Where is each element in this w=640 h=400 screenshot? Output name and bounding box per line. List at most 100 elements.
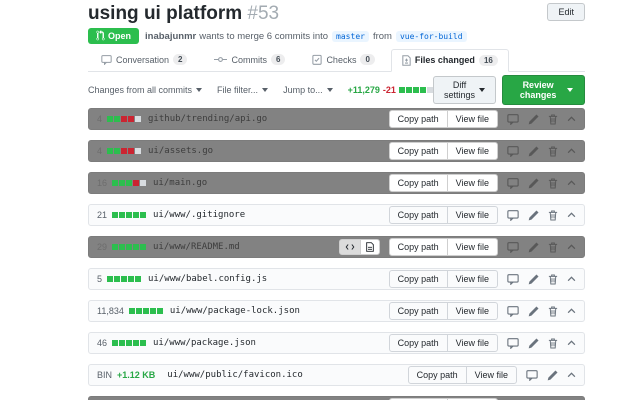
git-commit-icon: [214, 55, 228, 64]
tab-files-changed[interactable]: Files changed 16: [390, 49, 509, 72]
file-path[interactable]: ui/www/package.json: [153, 338, 256, 348]
file-path[interactable]: ui/www/.gitignore: [153, 210, 245, 220]
added-block: [133, 244, 140, 250]
copy-path-button[interactable]: Copy path: [388, 142, 448, 160]
deleted-block: [133, 180, 140, 186]
delete-file-icon[interactable]: [548, 210, 558, 221]
comment-icon[interactable]: [526, 369, 538, 381]
file-header-row: 29 ui/www/README.md Copy path View file: [88, 236, 585, 258]
collapse-file-icon[interactable]: [567, 211, 576, 219]
comment-icon[interactable]: [507, 337, 519, 349]
comment-icon: [101, 54, 112, 65]
added-block: [398, 87, 405, 93]
delete-file-icon[interactable]: [548, 114, 558, 125]
copy-path-button[interactable]: Copy path: [388, 334, 448, 352]
view-file-button[interactable]: View file: [446, 110, 498, 128]
chevron-down-icon: [479, 88, 486, 92]
copy-path-button[interactable]: Copy path: [388, 270, 448, 288]
tab-checks[interactable]: Checks 0: [301, 49, 385, 71]
tab-commits[interactable]: Commits 6: [203, 49, 296, 71]
view-file-button[interactable]: View file: [446, 334, 498, 352]
view-file-button[interactable]: View file: [446, 302, 498, 320]
view-file-button[interactable]: View file: [446, 270, 498, 288]
view-file-button[interactable]: View file: [465, 366, 517, 384]
added-block: [121, 276, 128, 282]
file-path[interactable]: ui/www/babel.config.js: [148, 274, 267, 284]
jump-to-dropdown[interactable]: Jump to...: [283, 85, 333, 95]
file-buttons: Copy path View file: [388, 206, 498, 224]
copy-path-button[interactable]: Copy path: [407, 366, 467, 384]
file-path[interactable]: github/trending/api.go: [148, 114, 267, 124]
view-file-button[interactable]: View file: [446, 142, 498, 160]
comment-icon[interactable]: [507, 209, 519, 221]
copy-path-button[interactable]: Copy path: [388, 110, 448, 128]
edit-file-icon[interactable]: [528, 337, 539, 349]
deleted-block: [121, 116, 128, 122]
file-buttons: Copy path View file: [407, 366, 517, 384]
collapse-file-icon[interactable]: [567, 371, 576, 379]
edit-button[interactable]: Edit: [547, 3, 585, 21]
delete-file-icon[interactable]: [548, 306, 558, 317]
edit-file-icon[interactable]: [528, 177, 539, 189]
comment-icon[interactable]: [507, 241, 519, 253]
collapse-file-icon[interactable]: [567, 115, 576, 123]
edit-file-icon[interactable]: [528, 145, 539, 157]
comment-icon[interactable]: [507, 305, 519, 317]
added-block: [156, 308, 163, 314]
code-icon: [345, 243, 355, 251]
delete-file-icon[interactable]: [548, 274, 558, 285]
comment-icon[interactable]: [507, 145, 519, 157]
collapse-file-icon[interactable]: [567, 243, 576, 251]
edit-file-icon[interactable]: [528, 305, 539, 317]
tab-conversation[interactable]: Conversation 2: [90, 49, 198, 71]
collapse-file-icon[interactable]: [567, 275, 576, 283]
edit-file-icon[interactable]: [528, 273, 539, 285]
file-changes-count: 16: [97, 178, 108, 188]
file-path[interactable]: ui/main.go: [153, 178, 207, 188]
review-changes-button[interactable]: Review changes: [502, 75, 585, 105]
file-header-row: 4 ui/assets.go Copy path View file: [88, 140, 585, 162]
view-file-button[interactable]: View file: [446, 174, 498, 192]
copy-path-button[interactable]: Copy path: [388, 174, 448, 192]
file-actions: Copy path View file: [388, 110, 576, 128]
file-path[interactable]: ui/www/README.md: [153, 242, 240, 252]
added-block: [119, 340, 126, 346]
edit-file-icon[interactable]: [528, 113, 539, 125]
collapse-file-icon[interactable]: [567, 339, 576, 347]
comment-icon[interactable]: [507, 273, 519, 285]
file-path[interactable]: ui/www/public/favicon.ico: [167, 370, 302, 380]
file-diff-icon: [402, 54, 411, 66]
comment-icon[interactable]: [507, 113, 519, 125]
file-path[interactable]: ui/www/package-lock.json: [170, 306, 300, 316]
view-file-button[interactable]: View file: [446, 206, 498, 224]
file-header-row: 11,834 ui/www/package-lock.json Copy pat…: [88, 300, 585, 322]
copy-path-button[interactable]: Copy path: [388, 302, 448, 320]
delete-file-icon[interactable]: [548, 242, 558, 253]
view-file-button[interactable]: View file: [446, 238, 498, 256]
comment-icon[interactable]: [507, 177, 519, 189]
file-filter-dropdown[interactable]: File filter...: [217, 85, 269, 95]
deleted-block: [128, 148, 135, 154]
pr-merge-action-text: wants to merge 6 commits into: [199, 30, 329, 42]
copy-path-button[interactable]: Copy path: [388, 238, 448, 256]
delete-file-icon[interactable]: [548, 338, 558, 349]
file-path[interactable]: ui/assets.go: [148, 146, 213, 156]
delete-file-icon[interactable]: [548, 146, 558, 157]
rendered-view-button[interactable]: [359, 239, 380, 255]
file-actions: Copy path View file: [338, 238, 576, 256]
added-block: [128, 276, 135, 282]
delete-file-icon[interactable]: [548, 178, 558, 189]
edit-file-icon[interactable]: [528, 209, 539, 221]
source-view-button[interactable]: [338, 239, 361, 255]
edit-file-icon[interactable]: [547, 369, 558, 381]
edit-file-icon[interactable]: [528, 241, 539, 253]
diffstat-summary: +11,279 -21: [348, 85, 433, 95]
added-block: [140, 212, 147, 218]
file-header-row: 16 ui/main.go Copy path View file: [88, 172, 585, 194]
collapse-file-icon[interactable]: [567, 179, 576, 187]
copy-path-button[interactable]: Copy path: [388, 206, 448, 224]
changes-from-dropdown[interactable]: Changes from all commits: [88, 85, 203, 95]
collapse-file-icon[interactable]: [567, 147, 576, 155]
collapse-file-icon[interactable]: [567, 307, 576, 315]
diff-settings-button[interactable]: Diff settings: [432, 76, 497, 104]
